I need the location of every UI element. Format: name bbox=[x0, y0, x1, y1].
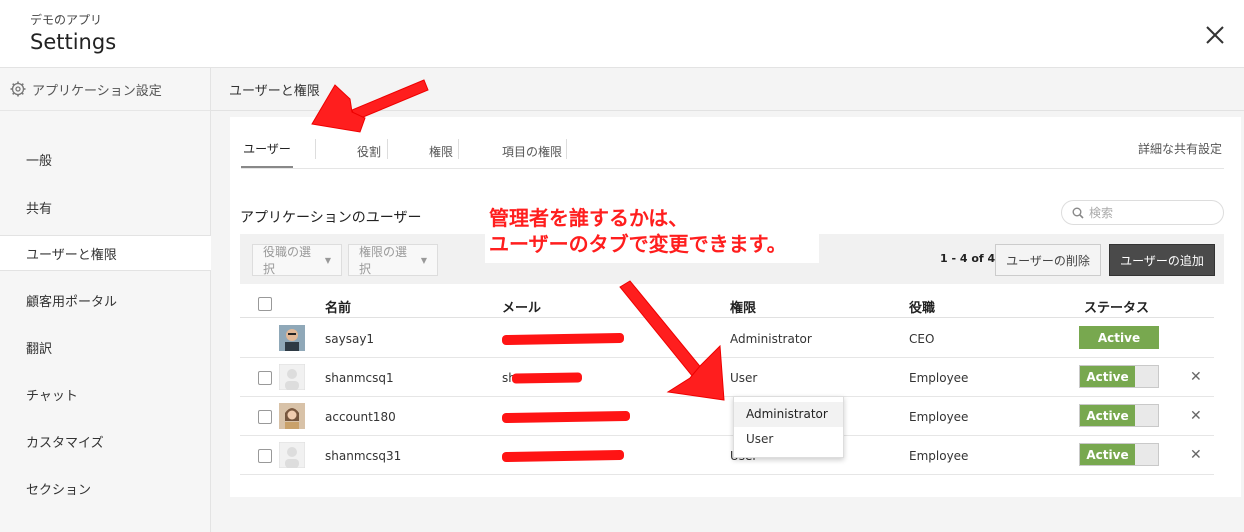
remove-row-icon[interactable]: ✕ bbox=[1190, 447, 1202, 463]
chevron-down-icon: ▼ bbox=[324, 255, 331, 265]
column-status: ステータス bbox=[1084, 301, 1150, 316]
user-role: Employee bbox=[909, 410, 969, 424]
permission-dropdown-menu: Administrator User bbox=[733, 396, 844, 458]
column-role: 役職 bbox=[909, 301, 936, 316]
pagination-count: 1 - 4 of 4 bbox=[940, 252, 996, 265]
remove-row-icon[interactable]: ✕ bbox=[1190, 369, 1202, 385]
email-redaction bbox=[501, 410, 631, 424]
user-name: shanmcsq31 bbox=[325, 449, 402, 463]
sidebar-item-customize[interactable]: カスタマイズ bbox=[0, 423, 211, 459]
tab-divider bbox=[387, 139, 388, 159]
annotation-line-2: ユーザーのタブで変更できます。 bbox=[489, 232, 787, 256]
permission-filter-dropdown[interactable]: 権限の選択 ▼ bbox=[348, 244, 438, 276]
status-badge: Active bbox=[1079, 326, 1159, 349]
user-name: account180 bbox=[325, 410, 396, 424]
avatar bbox=[279, 325, 305, 351]
sidebar-item-chat[interactable]: チャット bbox=[0, 376, 211, 412]
annotation-line-1: 管理者を誰するかは、 bbox=[489, 206, 689, 230]
row-checkbox[interactable] bbox=[258, 410, 272, 424]
close-icon[interactable] bbox=[1204, 24, 1226, 46]
search-placeholder: 検索 bbox=[1089, 206, 1114, 220]
tab-users[interactable]: ユーザー bbox=[241, 140, 293, 158]
user-name: shanmcsq1 bbox=[325, 371, 394, 385]
sidebar-section-header: アプリケーション設定 bbox=[0, 68, 210, 111]
status-toggle[interactable]: Active bbox=[1079, 365, 1159, 388]
user-role: Employee bbox=[909, 449, 969, 463]
tab-underline bbox=[241, 168, 1224, 169]
annotation-callout: 管理者を誰するかは、 ユーザーのタブで変更できます。 bbox=[485, 205, 819, 263]
add-user-button[interactable]: ユーザーの追加 bbox=[1109, 244, 1215, 276]
sidebar-item-users-permissions[interactable]: ユーザーと権限 bbox=[0, 235, 212, 271]
status-toggle[interactable]: Active bbox=[1079, 443, 1159, 466]
avatar-placeholder bbox=[279, 364, 305, 390]
email-redaction bbox=[501, 332, 625, 346]
table-row: saysay1 s Administrator CEO Active bbox=[240, 319, 1214, 358]
tab-divider bbox=[315, 139, 316, 159]
tab-field-permissions[interactable]: 項目の権限 bbox=[482, 143, 582, 161]
tab-bar: ユーザー bbox=[241, 137, 293, 167]
page-title: Settings bbox=[30, 30, 117, 54]
main-content: ユーザーと権限 ユーザー 役割 権限 項目の権限 詳細な共有設定 アプリケーショ… bbox=[211, 68, 1244, 532]
user-name: saysay1 bbox=[325, 332, 375, 346]
table-row: shanmcsq31 s User Employee Active ✕ bbox=[240, 436, 1214, 475]
gear-icon bbox=[10, 81, 26, 97]
menu-item-user[interactable]: User bbox=[734, 427, 843, 452]
tab-divider bbox=[566, 139, 567, 159]
avatar-placeholder bbox=[279, 442, 305, 468]
tab-divider bbox=[458, 139, 459, 159]
section-title: アプリケーションのユーザー bbox=[240, 210, 422, 226]
user-role: CEO bbox=[909, 332, 935, 346]
advanced-sharing-link[interactable]: 詳細な共有設定 bbox=[1138, 140, 1222, 157]
status-toggle-label: Active bbox=[1080, 405, 1135, 426]
sidebar-item-general[interactable]: 一般 bbox=[0, 141, 211, 177]
column-email: メール bbox=[502, 301, 542, 316]
row-checkbox[interactable] bbox=[258, 371, 272, 385]
role-filter-dropdown[interactable]: 役職の選択 ▼ bbox=[252, 244, 342, 276]
remove-row-icon[interactable]: ✕ bbox=[1190, 408, 1202, 424]
menu-item-administrator[interactable]: Administrator bbox=[734, 402, 843, 427]
app-name: デモのアプリ bbox=[30, 13, 103, 27]
column-name: 名前 bbox=[325, 301, 352, 316]
user-role: Employee bbox=[909, 371, 969, 385]
delete-user-button[interactable]: ユーザーの削除 bbox=[995, 244, 1101, 276]
tab-roles[interactable]: 役割 bbox=[337, 143, 401, 161]
avatar bbox=[279, 403, 305, 429]
sidebar-item-translation[interactable]: 翻訳 bbox=[0, 329, 211, 365]
settings-header: デモのアプリ Settings bbox=[0, 0, 1244, 68]
search-icon bbox=[1072, 207, 1084, 219]
role-filter-label: 役職の選択 bbox=[263, 245, 312, 276]
sidebar-section-title: アプリケーション設定 bbox=[32, 83, 162, 99]
main-title: ユーザーと権限 bbox=[211, 68, 1244, 111]
table-header: 名前 メール 権限 役職 ステータス bbox=[240, 286, 1214, 318]
sidebar: アプリケーション設定 一般 共有 ユーザーと権限 顧客用ポータル 翻訳 チャット… bbox=[0, 68, 212, 532]
chevron-down-icon: ▼ bbox=[420, 255, 427, 265]
user-permission-dropdown[interactable]: User bbox=[730, 371, 757, 385]
user-permission: Administrator bbox=[730, 332, 812, 346]
active-tab-indicator bbox=[241, 166, 293, 168]
status-toggle-label: Active bbox=[1080, 366, 1135, 387]
search-input[interactable]: 検索 bbox=[1061, 200, 1224, 225]
sidebar-item-sharing[interactable]: 共有 bbox=[0, 189, 211, 225]
tab-permissions[interactable]: 権限 bbox=[409, 143, 473, 161]
row-checkbox[interactable] bbox=[258, 449, 272, 463]
permission-filter-label: 権限の選択 bbox=[359, 245, 408, 276]
status-toggle[interactable]: Active bbox=[1079, 404, 1159, 427]
sidebar-item-customer-portal[interactable]: 顧客用ポータル bbox=[0, 282, 211, 318]
email-redaction bbox=[501, 449, 625, 463]
table-row: account180 s Employee Active ✕ bbox=[240, 397, 1214, 436]
column-permission: 権限 bbox=[730, 301, 757, 316]
email-redaction bbox=[511, 372, 583, 384]
table-row: shanmcsq1 sh m User Employee Active ✕ bbox=[240, 358, 1214, 397]
select-all-checkbox[interactable] bbox=[258, 297, 272, 311]
status-toggle-label: Active bbox=[1080, 444, 1135, 465]
sidebar-item-sections[interactable]: セクション bbox=[0, 470, 211, 506]
